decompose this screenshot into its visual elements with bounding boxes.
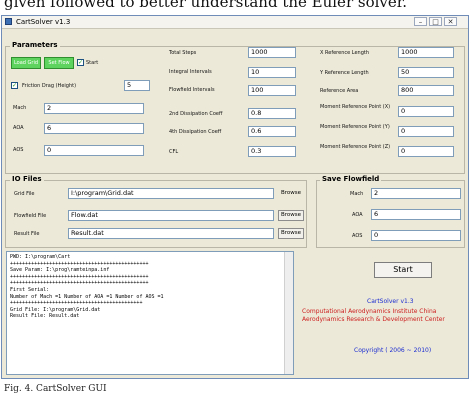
io-files-title: IO Files — [10, 175, 44, 183]
grid-file-label: Grid File — [14, 191, 35, 197]
cfl-label: CFL — [169, 149, 179, 155]
aoa-input[interactable]: 6 — [44, 123, 144, 134]
dissipation2-label: 2nd Dissipation Coeff — [169, 111, 223, 117]
console-line: ++++++++++++++++++++++++++++++++++++++++… — [10, 280, 149, 287]
flowfield-file-input[interactable]: Flow.dat — [68, 210, 274, 221]
close-button[interactable]: ✕ — [444, 17, 457, 26]
grid-browse-button[interactable]: Browse — [278, 188, 304, 199]
friction-checkbox[interactable]: ✓ — [11, 82, 18, 89]
xref-input[interactable]: 1000 — [398, 47, 454, 58]
save-aos-input[interactable]: 0 — [371, 230, 461, 241]
moment-x-input[interactable]: 0 — [398, 106, 454, 117]
moment-z-input[interactable]: 0 — [398, 146, 454, 157]
mach-label: Mach — [13, 105, 27, 111]
start-button[interactable]: Start — [374, 262, 432, 278]
flowfield-intervals-label: Flowfield Intervals — [169, 87, 215, 93]
save-aos-label: AOS — [352, 233, 363, 239]
load-grid-button[interactable]: Load Grid — [11, 57, 41, 69]
dissipation4-input[interactable]: 0.6 — [248, 126, 296, 137]
mach-input[interactable]: 2 — [44, 103, 144, 114]
xref-label: X Reference Length — [320, 50, 370, 56]
credit-copyright: Copyright ( 2006 ~ 2010) — [354, 347, 432, 354]
integral-intervals-label: Integral Intervals — [169, 69, 212, 75]
set-flow-button[interactable]: Set Flow — [44, 57, 74, 69]
grid-file-input[interactable]: I:\program\Grid.dat — [68, 188, 274, 199]
ref-area-label: Reference Area — [320, 88, 359, 94]
result-file-label: Result File — [14, 231, 40, 237]
console-line: ++++++++++++++++++++++++++++++++++++++++… — [10, 300, 143, 307]
friction-label: Friction Drag (Height) — [22, 83, 77, 89]
app-icon — [5, 18, 12, 25]
parameters-title: Parameters — [10, 41, 60, 49]
save-flowfield-title: Save Flowfield — [320, 175, 382, 183]
credit-app-name: CartSolver v1.3 — [367, 298, 414, 305]
minimize-button[interactable]: – — [414, 17, 427, 26]
friction-input[interactable]: 5 — [124, 80, 150, 91]
flowfield-intervals-input[interactable]: 100 — [248, 85, 296, 96]
dissipation4-label: 4th Dissipation Coeff — [169, 129, 222, 135]
document-intro-text: given followed to better understand the … — [4, 0, 408, 11]
result-browse-button[interactable]: Browse — [278, 228, 304, 239]
console-line: Save Param: I:\prog\ramteinpa.inf — [10, 267, 110, 274]
console-output[interactable]: PWD: I:\program\Cart +++++++++++++++++++… — [6, 251, 294, 375]
dissipation2-input[interactable]: 0.8 — [248, 108, 296, 119]
moment-x-label: Moment Reference Point (X) — [320, 104, 391, 110]
console-line: ++++++++++++++++++++++++++++++++++++++++… — [10, 273, 149, 280]
result-file-input[interactable]: Result.dat — [68, 228, 274, 239]
aoa-label: AOA — [13, 125, 24, 131]
console-line: PWD: I:\program\Cart — [10, 254, 71, 260]
start-check-label: Start — [86, 60, 99, 66]
aos-label: AOS — [13, 147, 24, 153]
moment-z-label: Moment Reference Point (Z) — [320, 144, 391, 150]
console-line: First Serial: — [10, 286, 50, 293]
total-steps-input[interactable]: 1000 — [248, 47, 296, 58]
save-mach-input[interactable]: 2 — [371, 188, 461, 199]
save-mach-label: Mach — [350, 191, 364, 197]
yref-label: Y Reference Length — [320, 70, 369, 76]
aos-input[interactable]: 0 — [44, 145, 144, 156]
flowfield-browse-button[interactable]: Browse — [278, 210, 304, 221]
console-line: ++++++++++++++++++++++++++++++++++++++++… — [10, 260, 149, 267]
console-line: Grid File: I:\program\Grid.dat — [10, 306, 101, 313]
figure-caption: Fig. 4. CartSolver GUI — [4, 384, 107, 394]
console-scrollbar[interactable] — [284, 252, 293, 374]
window-title: CartSolver v1.3 — [16, 18, 71, 26]
moment-y-input[interactable]: 0 — [398, 126, 454, 137]
flowfield-file-label: Flowfield File — [14, 213, 47, 219]
start-checkbox[interactable]: ✓ — [77, 59, 84, 66]
console-line: Result File: Result.dat — [10, 313, 80, 320]
yref-input[interactable]: 50 — [398, 67, 454, 78]
cfl-input[interactable]: 0.3 — [248, 146, 296, 157]
title-bar: CartSolver v1.3 – □ ✕ — [2, 16, 468, 29]
save-aoa-label: AOA — [352, 212, 363, 218]
credit-organization: Computational Aerodynamics Institute Chi… — [302, 308, 445, 323]
ref-area-input[interactable]: 800 — [398, 85, 454, 96]
integral-intervals-input[interactable]: 10 — [248, 67, 296, 78]
cartsolver-window: CartSolver v1.3 – □ ✕ Parameters Load Gr… — [1, 15, 469, 379]
save-aoa-input[interactable]: 6 — [371, 209, 461, 220]
total-steps-label: Total Steps — [169, 50, 197, 56]
moment-y-label: Moment Reference Point (Y) — [320, 124, 390, 130]
console-line: Number of Mach =1 Number of AOA =1 Numbe… — [10, 293, 164, 300]
maximize-button[interactable]: □ — [429, 17, 442, 26]
